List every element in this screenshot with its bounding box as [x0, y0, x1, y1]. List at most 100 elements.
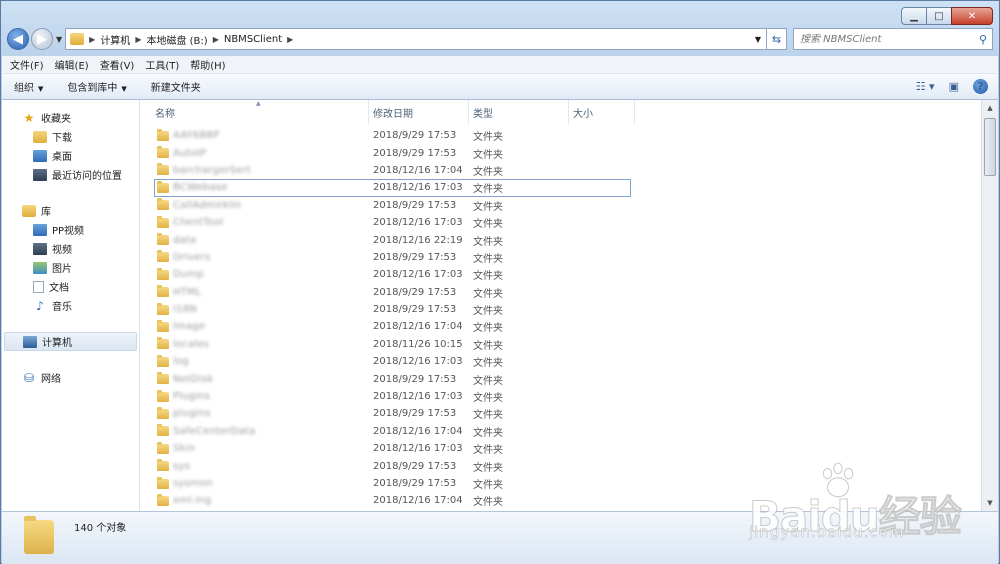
table-row[interactable]: NetDisk 2018/9/29 17:53 文件夹 [141, 370, 981, 387]
nav-documents[interactable]: 文档 [2, 277, 139, 296]
file-name-cell[interactable]: AutoIP [141, 146, 369, 159]
column-header-date[interactable]: 修改日期 [369, 100, 469, 124]
nav-computer[interactable]: 计算机 [4, 332, 137, 351]
table-row[interactable]: BCWebase 2018/12/16 17:03 文件夹 [154, 179, 631, 197]
close-button[interactable]: ✕ [951, 7, 993, 25]
file-name-cell[interactable]: Drivers [141, 250, 369, 263]
table-row[interactable]: Drivers 2018/9/29 17:53 文件夹 [141, 249, 981, 266]
address-row: ◀ ▶ ▼ ▶ 计算机 ▶ 本地磁盘 (B:) ▶ NBMSClient ▶ ▼… [7, 27, 993, 51]
minimize-button[interactable]: ▁ [901, 7, 927, 25]
file-name-cell[interactable]: HTML [141, 285, 369, 298]
file-name-cell[interactable]: ClientTool [141, 215, 369, 228]
breadcrumb-nbmsclient[interactable]: NBMSClient [224, 34, 282, 45]
forward-button[interactable]: ▶ [31, 28, 53, 50]
table-row[interactable]: ClientTool 2018/12/16 17:03 文件夹 [141, 214, 981, 231]
menu-help[interactable]: 帮助(H) [190, 57, 225, 72]
nav-libraries[interactable]: 库 [2, 201, 139, 220]
chevron-right-icon[interactable]: ▶ [135, 35, 141, 44]
search-icon[interactable]: ⚲ [974, 33, 992, 46]
table-row[interactable]: data 2018/12/16 22:19 文件夹 [141, 231, 981, 248]
nav-music[interactable]: ♪ 音乐 [2, 296, 139, 315]
file-name-cell[interactable]: Plugins [141, 389, 369, 402]
menu-view[interactable]: 查看(V) [100, 57, 135, 72]
nav-recent-places[interactable]: 最近访问的位置 [2, 165, 139, 184]
preview-pane-icon[interactable]: ▣ [949, 80, 959, 93]
table-row[interactable]: sys 2018/9/29 17:53 文件夹 [141, 457, 981, 474]
table-row[interactable]: Dump 2018/12/16 17:03 文件夹 [141, 266, 981, 283]
file-name-cell[interactable]: NetDisk [141, 372, 369, 385]
file-name-cell[interactable]: BCWebase [154, 180, 369, 193]
table-row[interactable]: plugins 2018/9/29 17:53 文件夹 [141, 405, 981, 422]
menu-tools[interactable]: 工具(T) [145, 57, 179, 72]
new-folder-button[interactable]: 新建文件夹 [151, 79, 201, 94]
help-icon[interactable]: ? [973, 79, 988, 94]
table-row[interactable]: barchargerSert 2018/12/16 17:04 文件夹 [141, 162, 981, 179]
column-headers: ▲ 名称 修改日期 类型 大小 [141, 100, 981, 124]
file-name-cell[interactable]: sys [141, 459, 369, 472]
table-row[interactable]: log 2018/12/16 17:03 文件夹 [141, 353, 981, 370]
table-row[interactable]: HTML 2018/9/29 17:53 文件夹 [141, 284, 981, 301]
nav-pictures[interactable]: 图片 [2, 258, 139, 277]
address-history-dropdown[interactable]: ▼ [750, 29, 766, 49]
refresh-button[interactable]: ⇆ [767, 28, 787, 50]
table-row[interactable]: sysmon 2018/9/29 17:53 文件夹 [141, 475, 981, 492]
nav-network[interactable]: ⛁ 网络 [2, 368, 139, 387]
recent-pages-dropdown[interactable]: ▼ [56, 35, 62, 44]
chevron-right-icon[interactable]: ▶ [287, 35, 293, 44]
file-name-cell[interactable]: sysmon [141, 476, 369, 489]
breadcrumb-computer[interactable]: 计算机 [100, 32, 130, 47]
table-row[interactable]: AAY6B8P 2018/9/29 17:53 文件夹 [141, 127, 981, 144]
search-input[interactable] [800, 33, 974, 45]
table-row[interactable]: xml.ing 2018/12/16 17:04 文件夹 [141, 492, 981, 509]
scroll-thumb[interactable] [984, 118, 996, 176]
file-name-cell[interactable]: xml.ing [141, 493, 369, 506]
nav-favorites[interactable]: ★ 收藏夹 [2, 108, 139, 127]
file-name-cell[interactable]: data [141, 233, 369, 246]
column-header-size[interactable]: 大小 [569, 100, 635, 124]
scroll-up-button[interactable]: ▲ [982, 100, 998, 116]
table-row[interactable]: Plugins 2018/12/16 17:03 文件夹 [141, 388, 981, 405]
chevron-right-icon[interactable]: ▶ [89, 35, 95, 44]
include-in-library-button[interactable]: 包含到库中 ▼ [67, 79, 126, 94]
vertical-scrollbar[interactable]: ▲ ▼ [981, 100, 998, 511]
file-name-cell[interactable]: AAY6B8P [141, 128, 369, 141]
menu-edit[interactable]: 编辑(E) [55, 57, 89, 72]
chevron-right-icon[interactable]: ▶ [213, 35, 219, 44]
table-row[interactable]: CallAdmirklin 2018/9/29 17:53 文件夹 [141, 197, 981, 214]
music-icon: ♪ [36, 298, 44, 313]
table-row[interactable]: I18N 2018/9/29 17:53 文件夹 [141, 301, 981, 318]
table-row[interactable]: Skin 2018/12/16 17:03 文件夹 [141, 440, 981, 457]
file-name: SafeCenterData [173, 425, 256, 437]
scroll-down-button[interactable]: ▼ [982, 495, 998, 511]
table-row[interactable]: SafeCenterData 2018/12/16 17:04 文件夹 [141, 423, 981, 440]
menu-file[interactable]: 文件(F) [10, 57, 44, 72]
file-date: 2018/12/16 17:03 [373, 182, 463, 194]
file-name-cell[interactable]: barchargerSert [141, 163, 369, 176]
back-button[interactable]: ◀ [7, 28, 29, 50]
address-bar[interactable]: ▶ 计算机 ▶ 本地磁盘 (B:) ▶ NBMSClient ▶ ▼ [65, 28, 767, 50]
column-header-name[interactable]: ▲ 名称 [141, 100, 369, 124]
file-name-cell[interactable]: Image [141, 319, 369, 332]
nav-videos[interactable]: 视频 [2, 239, 139, 258]
organize-button[interactable]: 组织 ▼ [14, 79, 43, 94]
file-name-cell[interactable]: Dump [141, 267, 369, 280]
file-name-cell[interactable]: locales [141, 337, 369, 350]
column-header-type[interactable]: 类型 [469, 100, 569, 124]
nav-downloads[interactable]: 下载 [2, 127, 139, 146]
file-name-cell[interactable]: plugins [141, 406, 369, 419]
table-row[interactable]: locales 2018/11/26 10:15 文件夹 [141, 336, 981, 353]
search-box[interactable]: ⚲ [793, 28, 993, 50]
file-name-cell[interactable]: SafeCenterData [141, 424, 369, 437]
nav-pp-video[interactable]: PP视频 [2, 220, 139, 239]
table-row[interactable]: AutoIP 2018/9/29 17:53 文件夹 [141, 144, 981, 161]
nav-desktop[interactable]: 桌面 [2, 146, 139, 165]
file-name-cell[interactable]: Skin [141, 441, 369, 454]
file-name-cell[interactable]: CallAdmirklin [141, 198, 369, 211]
table-row[interactable]: Image 2018/12/16 17:04 文件夹 [141, 318, 981, 335]
folder-icon [157, 493, 169, 506]
file-name-cell[interactable]: I18N [141, 302, 369, 315]
change-view-icon[interactable]: ☷ ▾ [916, 80, 935, 93]
file-name-cell[interactable]: log [141, 354, 369, 367]
breadcrumb-drive-b[interactable]: 本地磁盘 (B:) [146, 32, 207, 47]
maximize-button[interactable]: □ [926, 7, 952, 25]
